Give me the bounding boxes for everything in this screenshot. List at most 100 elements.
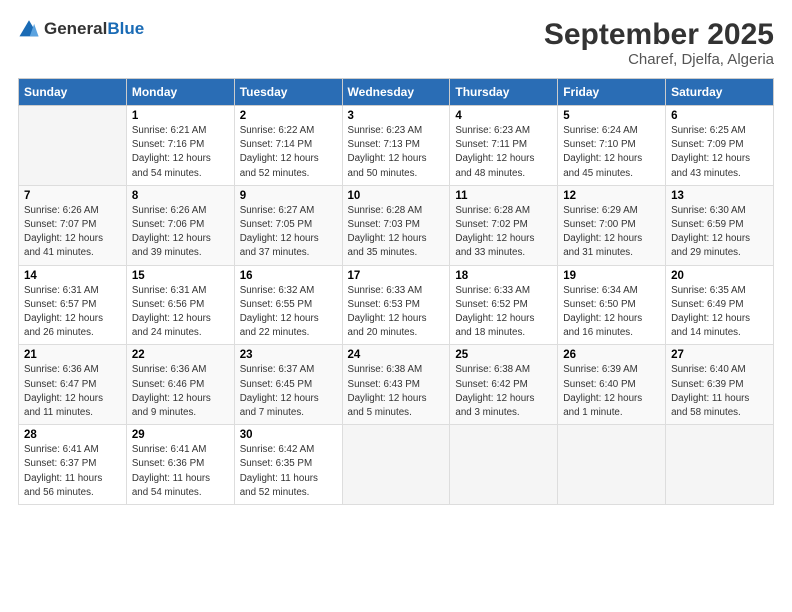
- calendar-cell: 8 Sunrise: 6:26 AM Sunset: 7:06 PM Daylig…: [126, 185, 234, 265]
- day-detail: Sunrise: 6:41 AM Sunset: 6:37 PM Dayligh…: [24, 443, 121, 500]
- day-number: 2: [240, 110, 337, 122]
- day-header-friday: Friday: [558, 79, 666, 106]
- calendar-cell: 11 Sunrise: 6:28 AM Sunset: 7:02 PM Dayli…: [450, 185, 558, 265]
- day-number: 30: [240, 429, 337, 441]
- calendar-cell: 2 Sunrise: 6:22 AM Sunset: 7:14 PM Daylig…: [234, 106, 342, 186]
- calendar-cell: 17Sunrise: 6:33 AM Sunset: 6:53 PM Dayli…: [342, 265, 450, 345]
- day-detail: Sunrise: 6:26 AM Sunset: 7:06 PM Dayligh…: [132, 204, 229, 261]
- calendar-cell: 23 Sunrise: 6:37 AM Sunset: 6:45 PM Dayli…: [234, 345, 342, 425]
- calendar-cell: 20Sunrise: 6:35 AM Sunset: 6:49 PM Dayli…: [666, 265, 774, 345]
- day-detail: Sunrise: 6:34 AM Sunset: 6:50 PM Dayligh…: [563, 284, 660, 341]
- day-number: 29: [132, 429, 229, 441]
- day-detail: Sunrise: 6:36 AM Sunset: 6:47 PM Dayligh…: [24, 363, 121, 420]
- day-number: 22: [132, 349, 229, 361]
- calendar-cell: 13 Sunrise: 6:30 AM Sunset: 6:59 PM Dayli…: [666, 185, 774, 265]
- day-number: 7: [24, 190, 121, 202]
- day-detail: Sunrise: 6:35 AM Sunset: 6:49 PM Dayligh…: [671, 284, 768, 341]
- day-detail: Sunrise: 6:42 AM Sunset: 6:35 PM Dayligh…: [240, 443, 337, 500]
- page-title: September 2025: [544, 18, 774, 51]
- day-detail: Sunrise: 6:36 AM Sunset: 6:46 PM Dayligh…: [132, 363, 229, 420]
- day-number: 18: [455, 270, 552, 282]
- day-detail: Sunrise: 6:33 AM Sunset: 6:53 PM Dayligh…: [348, 284, 445, 341]
- day-number: 27: [671, 349, 768, 361]
- calendar-cell: 29 Sunrise: 6:41 AM Sunset: 6:36 PM Dayli…: [126, 425, 234, 505]
- week-row-3: 21 Sunrise: 6:36 AM Sunset: 6:47 PM Dayli…: [19, 345, 774, 425]
- day-detail: Sunrise: 6:23 AM Sunset: 7:13 PM Dayligh…: [348, 124, 445, 181]
- calendar-cell: 19 Sunrise: 6:34 AM Sunset: 6:50 PM Dayli…: [558, 265, 666, 345]
- calendar-cell: [666, 425, 774, 505]
- calendar-cell: 21 Sunrise: 6:36 AM Sunset: 6:47 PM Dayli…: [19, 345, 127, 425]
- day-detail: Sunrise: 6:29 AM Sunset: 7:00 PM Dayligh…: [563, 204, 660, 261]
- calendar-table: SundayMondayTuesdayWednesdayThursdayFrid…: [18, 78, 774, 505]
- page-container: GeneralBlue September 2025 Charef, Djelf…: [0, 0, 792, 515]
- day-header-wednesday: Wednesday: [342, 79, 450, 106]
- day-detail: Sunrise: 6:28 AM Sunset: 7:02 PM Dayligh…: [455, 204, 552, 261]
- day-number: 13: [671, 190, 768, 202]
- day-header-sunday: Sunday: [19, 79, 127, 106]
- calendar-cell: 3 Sunrise: 6:23 AM Sunset: 7:13 PM Daylig…: [342, 106, 450, 186]
- day-detail: Sunrise: 6:25 AM Sunset: 7:09 PM Dayligh…: [671, 124, 768, 181]
- day-number: 16: [240, 270, 337, 282]
- header: GeneralBlue September 2025 Charef, Djelf…: [18, 18, 774, 68]
- calendar-cell: 24Sunrise: 6:38 AM Sunset: 6:43 PM Dayli…: [342, 345, 450, 425]
- day-detail: Sunrise: 6:27 AM Sunset: 7:05 PM Dayligh…: [240, 204, 337, 261]
- calendar-cell: 26Sunrise: 6:39 AM Sunset: 6:40 PM Dayli…: [558, 345, 666, 425]
- calendar-cell: 30 Sunrise: 6:42 AM Sunset: 6:35 PM Dayli…: [234, 425, 342, 505]
- day-detail: Sunrise: 6:38 AM Sunset: 6:42 PM Dayligh…: [455, 363, 552, 420]
- logo: GeneralBlue: [18, 18, 144, 40]
- day-number: 10: [348, 190, 445, 202]
- calendar-cell: 15Sunrise: 6:31 AM Sunset: 6:56 PM Dayli…: [126, 265, 234, 345]
- day-detail: Sunrise: 6:37 AM Sunset: 6:45 PM Dayligh…: [240, 363, 337, 420]
- calendar-cell: 6Sunrise: 6:25 AM Sunset: 7:09 PM Daylig…: [666, 106, 774, 186]
- day-number: 1: [132, 110, 229, 122]
- calendar-cell: 5 Sunrise: 6:24 AM Sunset: 7:10 PM Daylig…: [558, 106, 666, 186]
- day-number: 8: [132, 190, 229, 202]
- logo-icon: [18, 18, 40, 40]
- day-header-thursday: Thursday: [450, 79, 558, 106]
- calendar-cell: 10 Sunrise: 6:28 AM Sunset: 7:03 PM Dayli…: [342, 185, 450, 265]
- day-detail: Sunrise: 6:23 AM Sunset: 7:11 PM Dayligh…: [455, 124, 552, 181]
- calendar-cell: 14Sunrise: 6:31 AM Sunset: 6:57 PM Dayli…: [19, 265, 127, 345]
- calendar-header-row: SundayMondayTuesdayWednesdayThursdayFrid…: [19, 79, 774, 106]
- day-number: 12: [563, 190, 660, 202]
- day-header-saturday: Saturday: [666, 79, 774, 106]
- calendar-cell: [450, 425, 558, 505]
- calendar-cell: 4 Sunrise: 6:23 AM Sunset: 7:11 PM Daylig…: [450, 106, 558, 186]
- day-detail: Sunrise: 6:21 AM Sunset: 7:16 PM Dayligh…: [132, 124, 229, 181]
- day-detail: Sunrise: 6:33 AM Sunset: 6:52 PM Dayligh…: [455, 284, 552, 341]
- day-number: 28: [24, 429, 121, 441]
- week-row-2: 14Sunrise: 6:31 AM Sunset: 6:57 PM Dayli…: [19, 265, 774, 345]
- day-detail: Sunrise: 6:28 AM Sunset: 7:03 PM Dayligh…: [348, 204, 445, 261]
- day-number: 19: [563, 270, 660, 282]
- day-detail: Sunrise: 6:24 AM Sunset: 7:10 PM Dayligh…: [563, 124, 660, 181]
- day-detail: Sunrise: 6:30 AM Sunset: 6:59 PM Dayligh…: [671, 204, 768, 261]
- day-number: 11: [455, 190, 552, 202]
- day-number: 21: [24, 349, 121, 361]
- day-detail: Sunrise: 6:22 AM Sunset: 7:14 PM Dayligh…: [240, 124, 337, 181]
- day-detail: Sunrise: 6:32 AM Sunset: 6:55 PM Dayligh…: [240, 284, 337, 341]
- day-detail: Sunrise: 6:38 AM Sunset: 6:43 PM Dayligh…: [348, 363, 445, 420]
- calendar-cell: 27 Sunrise: 6:40 AM Sunset: 6:39 PM Dayli…: [666, 345, 774, 425]
- logo-general-text: General: [44, 19, 107, 38]
- day-header-monday: Monday: [126, 79, 234, 106]
- day-number: 4: [455, 110, 552, 122]
- title-block: September 2025 Charef, Djelfa, Algeria: [544, 18, 774, 68]
- week-row-0: 1 Sunrise: 6:21 AM Sunset: 7:16 PM Daylig…: [19, 106, 774, 186]
- calendar-cell: [558, 425, 666, 505]
- day-detail: Sunrise: 6:41 AM Sunset: 6:36 PM Dayligh…: [132, 443, 229, 500]
- calendar-cell: 12 Sunrise: 6:29 AM Sunset: 7:00 PM Dayli…: [558, 185, 666, 265]
- day-number: 5: [563, 110, 660, 122]
- day-detail: Sunrise: 6:31 AM Sunset: 6:56 PM Dayligh…: [132, 284, 229, 341]
- week-row-4: 28 Sunrise: 6:41 AM Sunset: 6:37 PM Dayli…: [19, 425, 774, 505]
- calendar-cell: 22 Sunrise: 6:36 AM Sunset: 6:46 PM Dayli…: [126, 345, 234, 425]
- day-number: 14: [24, 270, 121, 282]
- day-number: 3: [348, 110, 445, 122]
- page-subtitle: Charef, Djelfa, Algeria: [544, 51, 774, 68]
- day-number: 25: [455, 349, 552, 361]
- day-number: 23: [240, 349, 337, 361]
- day-detail: Sunrise: 6:40 AM Sunset: 6:39 PM Dayligh…: [671, 363, 768, 420]
- calendar-cell: 1 Sunrise: 6:21 AM Sunset: 7:16 PM Daylig…: [126, 106, 234, 186]
- calendar-cell: 25 Sunrise: 6:38 AM Sunset: 6:42 PM Dayli…: [450, 345, 558, 425]
- calendar-cell: 28 Sunrise: 6:41 AM Sunset: 6:37 PM Dayli…: [19, 425, 127, 505]
- day-number: 26: [563, 349, 660, 361]
